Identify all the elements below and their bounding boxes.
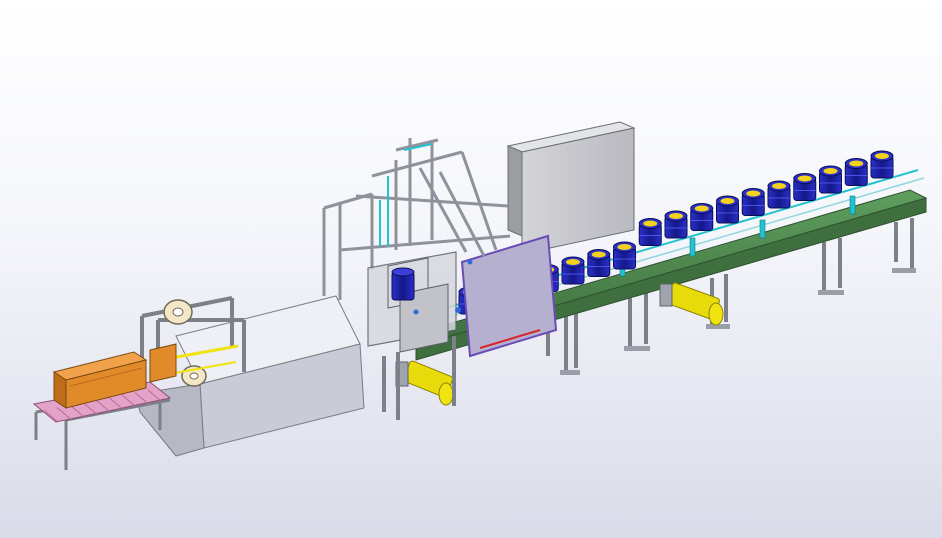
can <box>844 158 868 186</box>
can <box>638 218 662 246</box>
can <box>767 180 791 209</box>
packaging-line-model <box>32 121 928 470</box>
can <box>819 165 842 194</box>
can <box>587 249 611 277</box>
can <box>613 241 636 270</box>
can <box>793 173 817 201</box>
can <box>716 195 739 224</box>
electrical-cabinet[interactable] <box>506 121 636 255</box>
cad-viewport[interactable] <box>0 0 942 538</box>
can <box>561 256 585 285</box>
can <box>741 188 765 216</box>
drive-motor[interactable] <box>395 360 454 406</box>
can <box>664 210 688 239</box>
can <box>870 150 894 179</box>
can <box>690 203 714 231</box>
